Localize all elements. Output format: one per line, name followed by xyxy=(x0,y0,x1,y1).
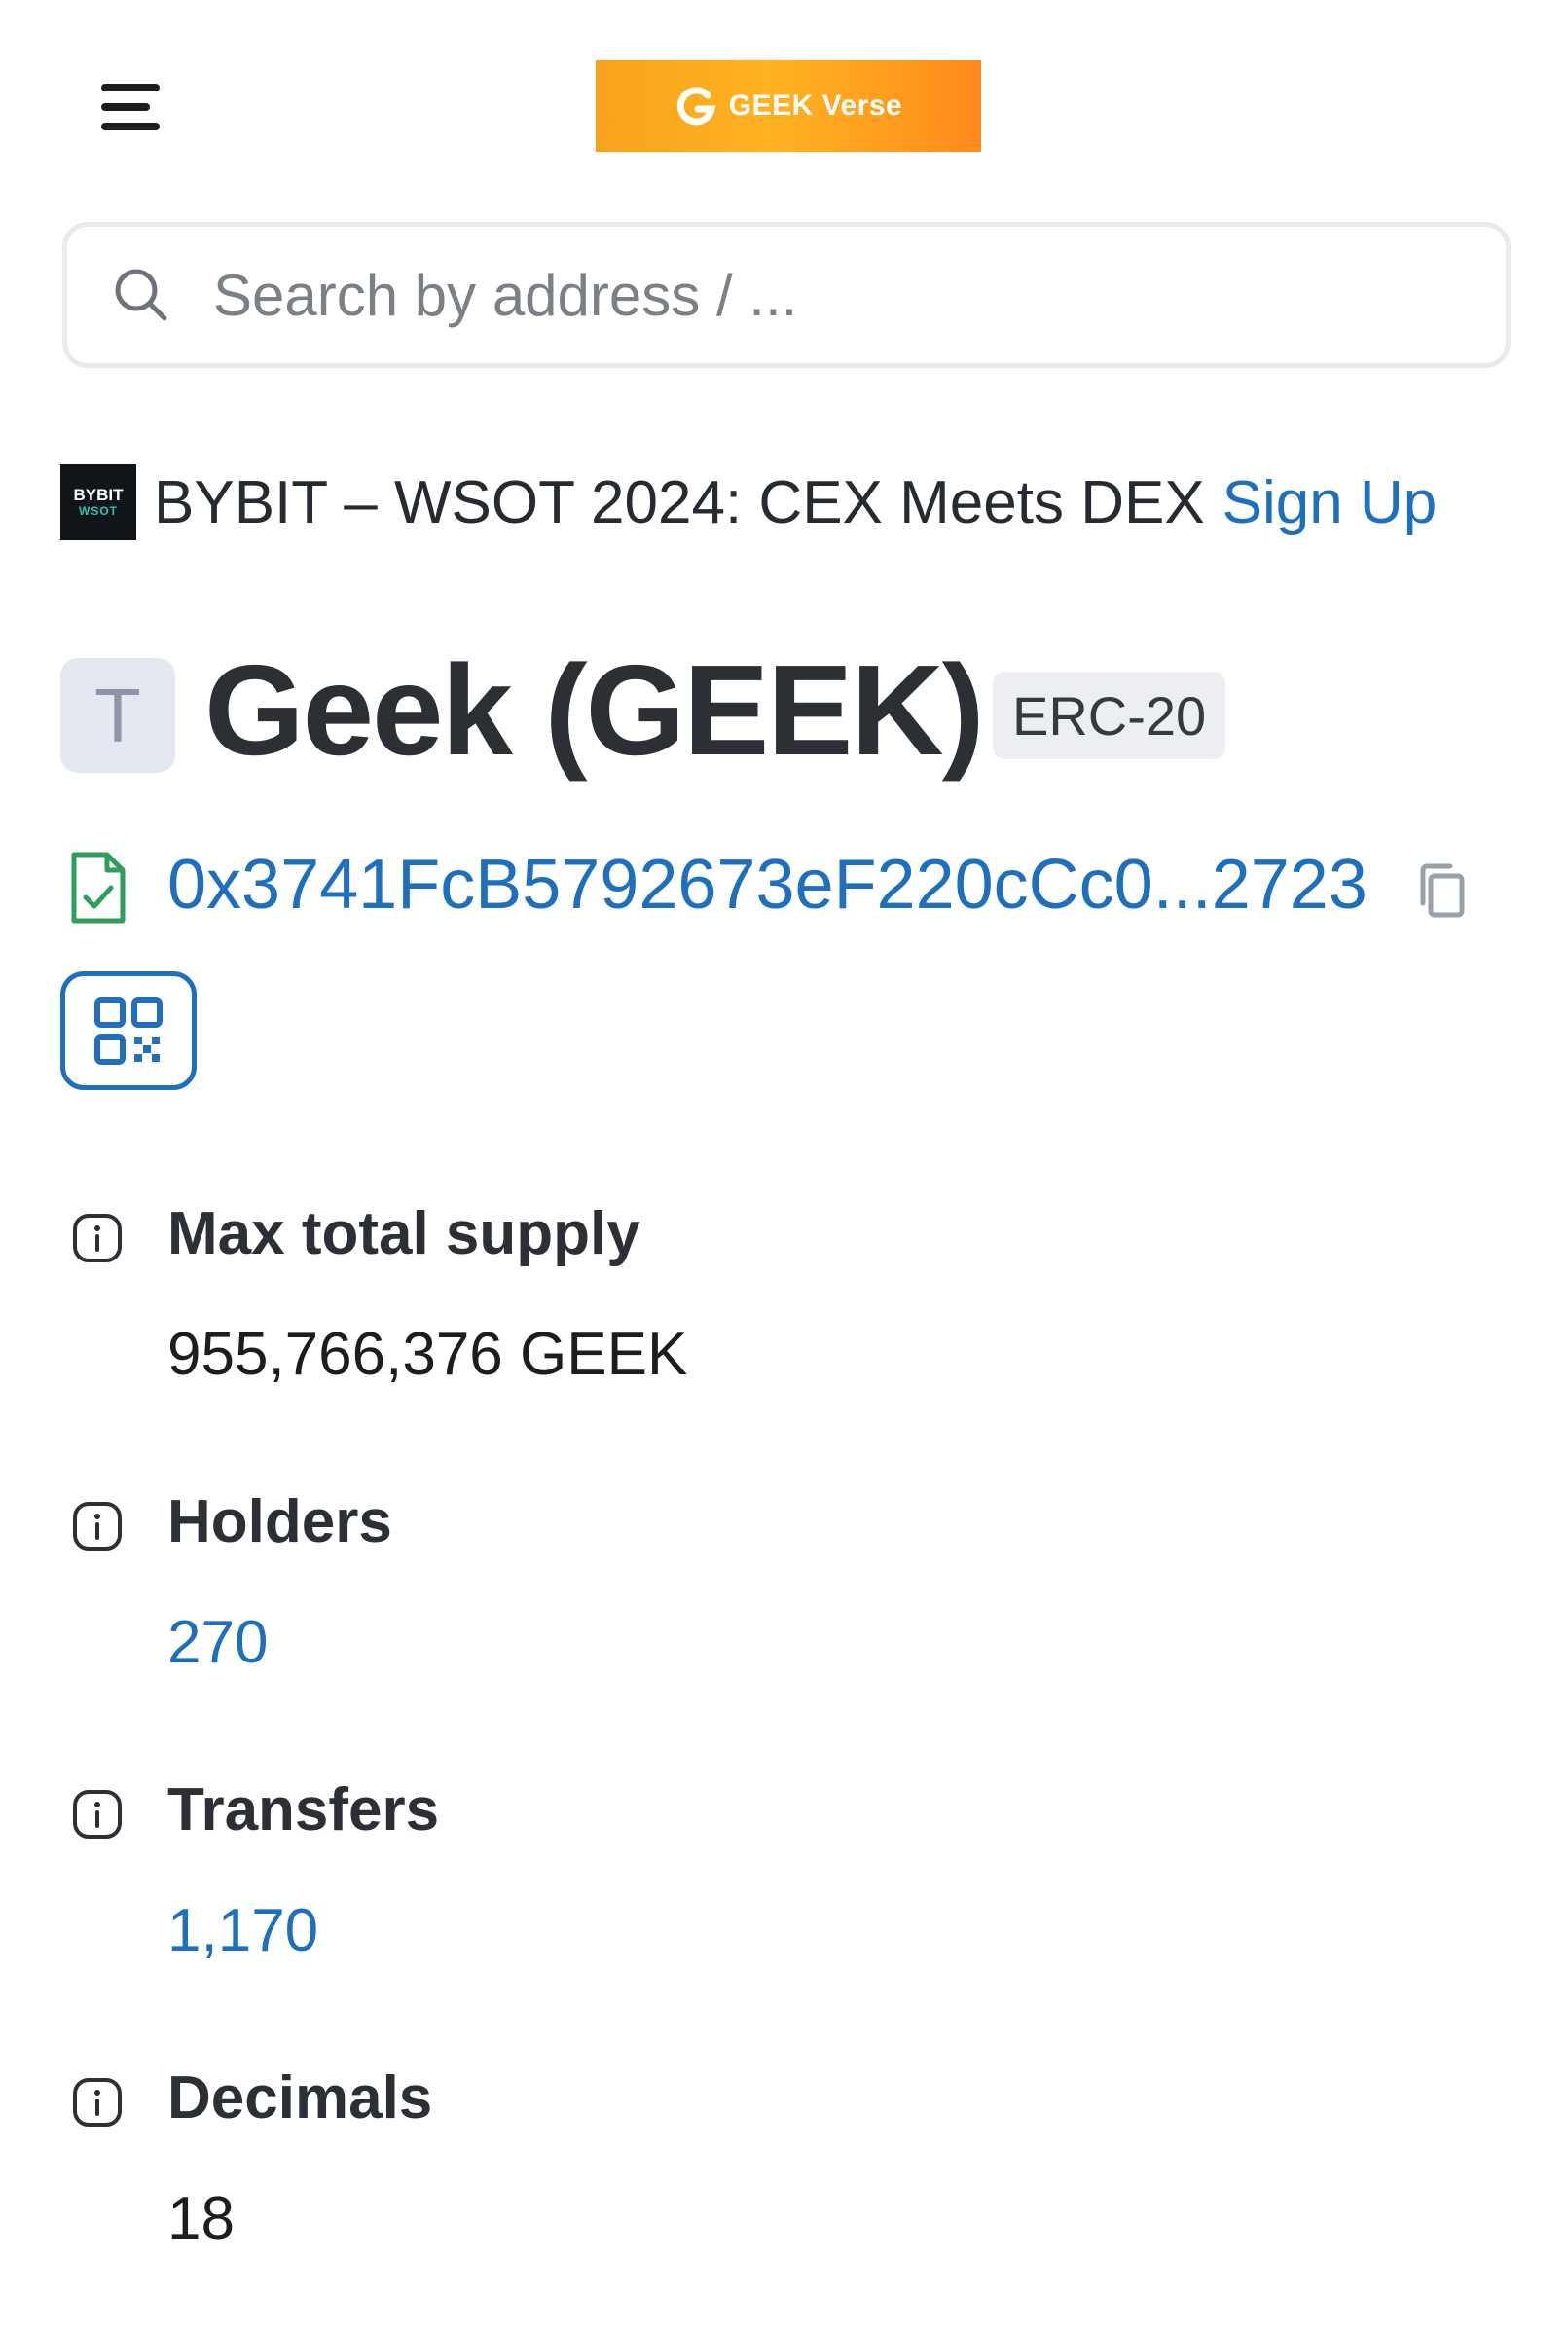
token-avatar: T xyxy=(60,658,175,773)
stat-value-transfers[interactable]: 1,170 xyxy=(167,1896,318,1965)
qr-code-icon xyxy=(94,997,163,1065)
stat-value-max-total-supply: 955,766,376 GEEK xyxy=(167,1321,688,1388)
info-icon[interactable] xyxy=(72,1789,123,1840)
hamburger-line xyxy=(101,123,160,130)
qr-code-button[interactable] xyxy=(60,971,197,1090)
promo-announcement: BYBIT WSOT BYBIT – WSOT 2024: CEX Meets … xyxy=(60,463,1437,541)
contract-address-link[interactable]: 0x3741FcB5792673eF220cCc0...2723 xyxy=(167,845,1367,925)
hamburger-menu-icon xyxy=(101,84,160,91)
search-icon xyxy=(115,269,167,321)
geek-verse-banner[interactable]: GEEK Verse xyxy=(596,60,981,152)
stat-label-transfers: Transfers xyxy=(167,1776,440,1843)
stat-label-decimals: Decimals xyxy=(167,2064,433,2132)
promo-logo-top: BYBIT xyxy=(73,486,124,505)
token-standard-badge: ERC-20 xyxy=(993,672,1226,759)
info-icon[interactable] xyxy=(72,2077,123,2128)
menu-button[interactable] xyxy=(93,78,175,138)
hamburger-line xyxy=(101,103,150,111)
sign-up-link[interactable]: Sign Up xyxy=(1222,468,1438,537)
verified-contract-icon xyxy=(71,852,126,924)
banner-brand-text: GEEK Verse xyxy=(728,90,903,122)
stat-value-holders[interactable]: 270 xyxy=(167,1608,268,1677)
search-input[interactable] xyxy=(211,260,1383,330)
promo-text: BYBIT – WSOT 2024: CEX Meets DEX xyxy=(154,468,1205,536)
info-icon[interactable] xyxy=(72,1213,123,1263)
page-title: Geek (GEEK) xyxy=(204,639,985,782)
stat-label-max-total-supply: Max total supply xyxy=(167,1200,640,1267)
copy-icon[interactable] xyxy=(1415,860,1468,921)
promo-logo-bottom: WSOT xyxy=(79,503,118,518)
bybit-wsot-logo: BYBIT WSOT xyxy=(60,464,136,540)
info-icon[interactable] xyxy=(72,1501,123,1551)
search-bar[interactable] xyxy=(62,222,1511,368)
stat-value-decimals: 18 xyxy=(167,2185,235,2252)
stat-label-holders: Holders xyxy=(167,1488,392,1555)
geek-logo-icon xyxy=(676,87,716,126)
